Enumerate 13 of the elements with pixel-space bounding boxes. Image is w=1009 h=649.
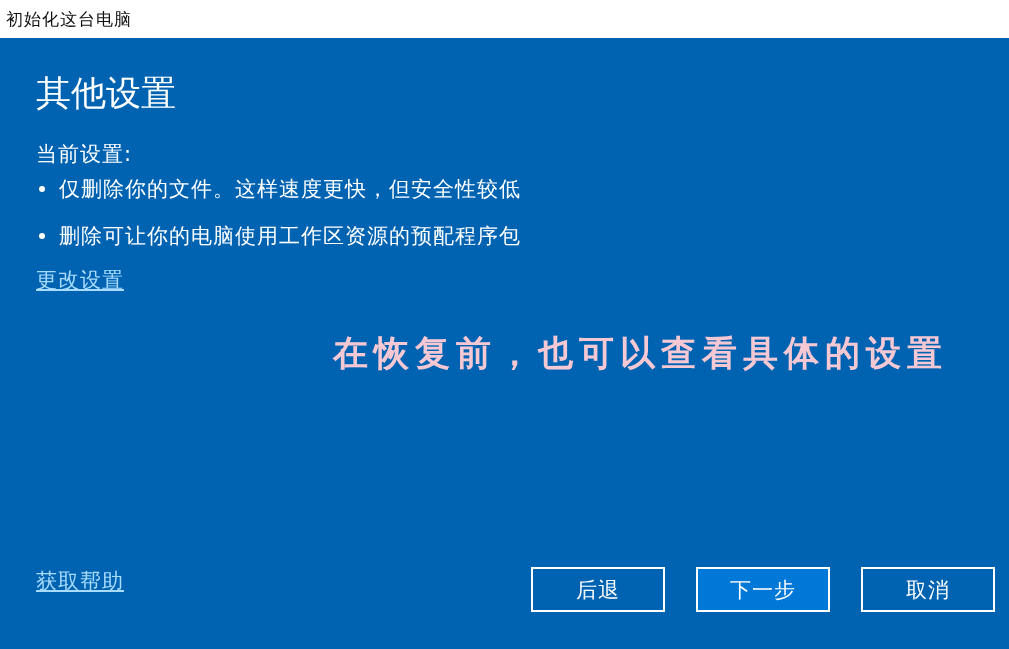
current-settings-label: 当前设置:	[36, 141, 133, 168]
page-heading: 其他设置	[36, 72, 176, 115]
bullet-icon	[39, 233, 45, 239]
default-button[interactable]: 下一步	[696, 567, 830, 612]
window-title: 初始化这台电脑	[6, 8, 132, 30]
settings-item-text: 仅删除你的文件。这样速度更快，但安全性较低	[59, 176, 521, 203]
dialog-button[interactable]: 后退	[531, 567, 665, 612]
settings-item-text: 删除可让你的电脑使用工作区资源的预配程序包	[59, 223, 521, 250]
bullet-icon	[39, 186, 45, 192]
annotation-caption: 在恢复前，也可以查看具体的设置	[333, 331, 948, 375]
help-link[interactable]: 获取帮助	[36, 567, 124, 595]
dialog-button[interactable]: 取消	[861, 567, 995, 612]
change-settings-link[interactable]: 更改设置	[36, 266, 124, 294]
